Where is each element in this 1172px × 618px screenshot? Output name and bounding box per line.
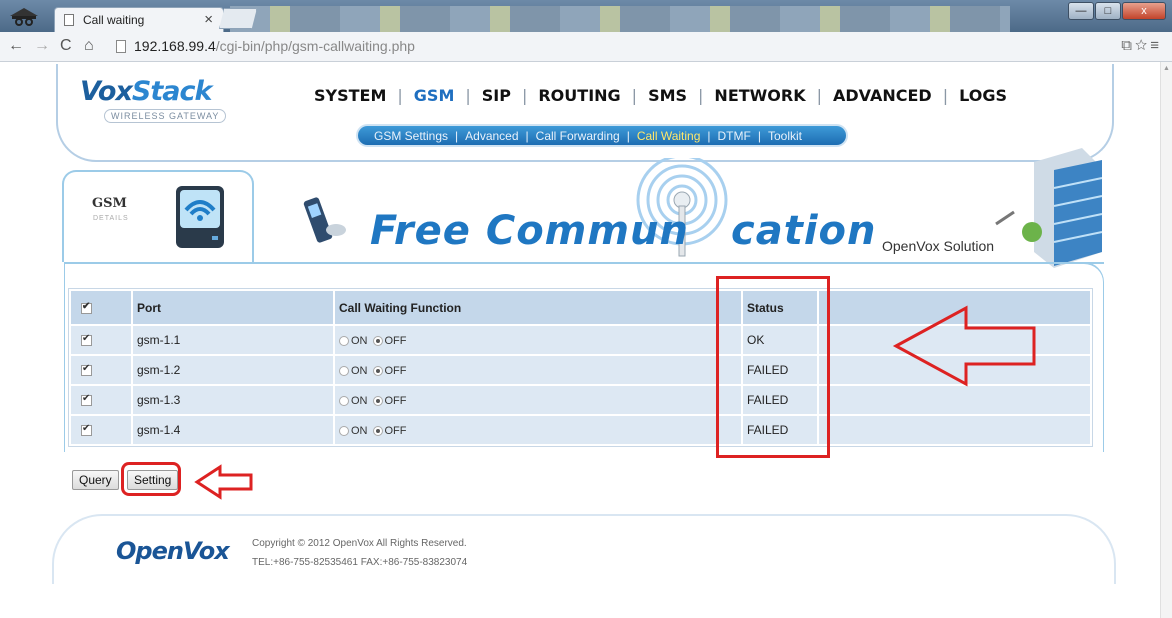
radio-off-label: OFF — [384, 364, 407, 377]
page-icon — [64, 14, 74, 26]
openvox-logo: OpenVox — [116, 537, 230, 565]
tab-close-icon[interactable]: × — [204, 11, 213, 28]
arrow-left-annotation-icon — [892, 305, 1036, 387]
nav-system[interactable]: SYSTEM — [314, 86, 386, 105]
home-icon[interactable]: ⌂ — [84, 37, 94, 55]
nav-advanced[interactable]: ADVANCED — [833, 86, 932, 105]
incognito-icon — [10, 8, 38, 26]
url-path: /cgi-bin/php/gsm-callwaiting.php — [215, 38, 415, 54]
nav-logs[interactable]: LOGS — [959, 86, 1007, 105]
maximize-button[interactable]: □ — [1095, 2, 1121, 20]
url-host: 192.168.99.4 — [134, 38, 216, 54]
port-cell: gsm-1.2 — [133, 356, 333, 384]
subnav-call-forwarding[interactable]: Call Forwarding — [536, 129, 620, 143]
radio-on[interactable] — [339, 335, 349, 346]
back-arrow-icon[interactable]: ← — [8, 37, 24, 55]
port-cell: gsm-1.1 — [133, 326, 333, 354]
voxstack-logo: VoxStack — [80, 76, 213, 107]
call-waiting-cell: ON OFF — [335, 386, 741, 414]
radio-on-label: ON — [351, 364, 368, 377]
satellite-phone-icon — [303, 197, 346, 243]
logo-text-stack: Stack — [131, 76, 213, 107]
nav-gsm[interactable]: GSM — [414, 86, 455, 105]
openvox-solution-text: OpenVox Solution — [882, 238, 995, 254]
reload-icon[interactable]: C — [60, 37, 72, 55]
call-waiting-cell: ON OFF — [335, 416, 741, 444]
wireless-device-icon — [176, 186, 224, 248]
radio-on-label: ON — [351, 334, 368, 347]
nav-network[interactable]: NETWORK — [714, 86, 805, 105]
forward-arrow-icon[interactable]: → — [34, 37, 50, 55]
copyright-text: Copyright © 2012 OpenVox All Rights Rese… — [252, 538, 467, 549]
radio-on-label: ON — [351, 424, 368, 437]
query-button[interactable]: Query — [72, 470, 119, 490]
radio-off-label: OFF — [384, 394, 407, 407]
nav-sms[interactable]: SMS — [648, 86, 687, 105]
radio-on[interactable] — [339, 395, 349, 406]
subnav-gsm-settings[interactable]: GSM Settings — [374, 129, 448, 143]
logo-text-vox: Vox — [80, 76, 133, 107]
status-highlight-box — [716, 276, 830, 458]
slogan: Free Commun cation — [370, 208, 877, 254]
subnav-call-waiting[interactable]: Call Waiting — [637, 129, 701, 143]
nav-sip[interactable]: SIP — [482, 86, 511, 105]
port-cell: gsm-1.4 — [133, 416, 333, 444]
gsm-subtitle: DETAILS — [93, 215, 129, 222]
main-nav: SYSTEM | GSM | SIP | ROUTING | SMS | NETWORK | ADVAN… — [314, 86, 1007, 105]
page-icon — [116, 40, 126, 53]
table-row: gsm-1.4 ONOFF FAILED — [71, 416, 1090, 444]
setting-highlight-box — [121, 462, 181, 496]
subnav-advanced[interactable]: Advanced — [465, 129, 518, 143]
building-icon — [995, 148, 1103, 268]
browser-titlebar: Call waiting × — □ x — [0, 0, 1172, 32]
contact-text: TEL:+86-755-82535461 FAX:+86-755-8382307… — [252, 557, 468, 568]
call-waiting-cell: ON OFF — [335, 356, 741, 384]
radio-off[interactable] — [372, 425, 383, 436]
nav-routing[interactable]: ROUTING — [538, 86, 620, 105]
arrow-left-small-annotation-icon — [194, 464, 253, 500]
scroll-up-icon[interactable]: ▲ — [1163, 65, 1170, 72]
row-checkbox[interactable] — [81, 393, 92, 407]
tab-call-waiting[interactable]: Call waiting × — [54, 7, 224, 32]
browser-toolbar: ← → C ⌂ 192.168.99.4/cgi-bin/php/gsm-cal… — [0, 32, 1172, 62]
call-waiting-cell: ON OFF — [335, 326, 741, 354]
tab-title: Call waiting — [83, 13, 145, 27]
sub-nav: GSM Settings | Advanced | Call Forwarding | Ca… — [356, 124, 848, 147]
radio-off[interactable] — [372, 365, 383, 376]
subnav-toolkit[interactable]: Toolkit — [768, 129, 802, 143]
radio-off[interactable] — [372, 335, 383, 346]
header-port: Port — [133, 291, 333, 324]
bookmark-star-icon[interactable]: ⧉☆≡ — [1121, 37, 1162, 54]
header-call-waiting: Call Waiting Function — [335, 291, 741, 324]
radio-on-label: ON — [351, 394, 368, 407]
logo-subtitle: WIRELESS GATEWAY — [104, 109, 227, 123]
row-checkbox[interactable] — [81, 363, 92, 377]
select-all-checkbox[interactable] — [81, 301, 92, 314]
slogan-part-a: Free Commun — [370, 208, 689, 254]
close-window-button[interactable]: x — [1122, 2, 1166, 20]
address-bar[interactable]: 192.168.99.4/cgi-bin/php/gsm-callwaiting… — [108, 36, 1096, 58]
subnav-dtmf[interactable]: DTMF — [718, 129, 751, 143]
radio-off[interactable] — [372, 395, 383, 406]
gsm-title: GSM — [92, 196, 127, 211]
table-row: gsm-1.3 ONOFF FAILED — [71, 386, 1090, 414]
radio-off-label: OFF — [384, 334, 407, 347]
radio-off-label: OFF — [384, 424, 407, 437]
minimize-button[interactable]: — — [1068, 2, 1094, 20]
new-tab-button[interactable] — [219, 8, 257, 29]
select-all-cell — [71, 291, 131, 324]
desktop-background-strip — [230, 6, 1010, 32]
port-cell: gsm-1.3 — [133, 386, 333, 414]
row-checkbox[interactable] — [81, 423, 92, 437]
radio-on[interactable] — [339, 425, 349, 436]
row-checkbox[interactable] — [81, 333, 92, 347]
slogan-part-b: cation — [731, 208, 877, 254]
radio-on[interactable] — [339, 365, 349, 376]
scrollbar[interactable]: ▲ — [1160, 62, 1172, 618]
